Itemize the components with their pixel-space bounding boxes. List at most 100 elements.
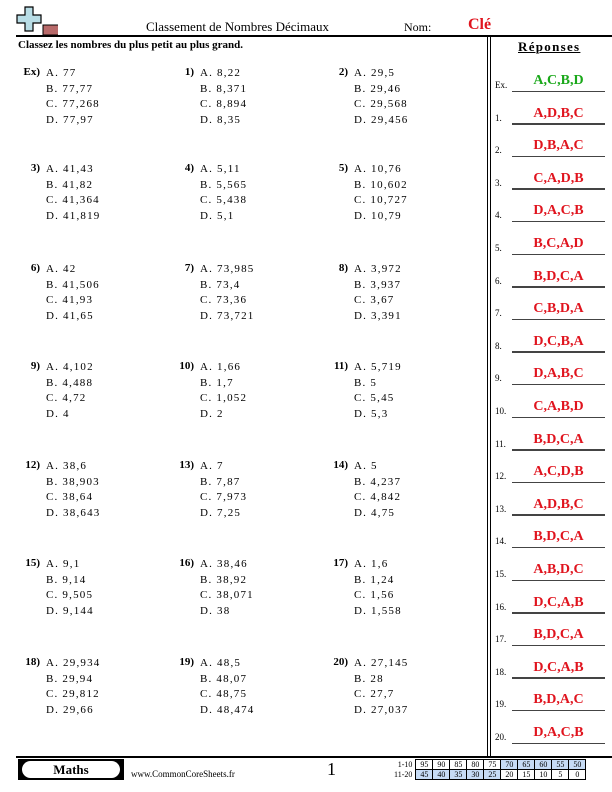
option: A. 5,11 <box>200 163 241 175</box>
answer-value: B,D,A,C <box>533 692 584 708</box>
option: D. 4 <box>46 407 70 420</box>
problem-options: A. 5,11 B. 5,565 C. 5,438 D. 5,1 <box>200 162 247 224</box>
option: B. 8,371 <box>200 82 248 95</box>
option: B. 4,488 <box>46 376 94 389</box>
score-cell: 80 <box>466 759 485 770</box>
answer-value: A,B,D,C <box>533 562 584 577</box>
answer-line <box>512 220 605 223</box>
answer-number: 17. <box>495 634 507 645</box>
instructions: Classez les nombres du plus petit au plu… <box>18 39 244 51</box>
option: B. 73,4 <box>200 278 241 291</box>
score-cell: 75 <box>483 759 502 770</box>
option: D. 77,97 <box>46 113 94 126</box>
option: A. 41,43 <box>46 163 94 175</box>
option: A. 3,972 <box>354 263 402 275</box>
score-cell: 40 <box>432 769 451 780</box>
score-row: 11-20 45 40 35 30 25 20 15 10 5 0 <box>392 769 587 780</box>
answer-line <box>512 644 605 647</box>
option: D. 5,1 <box>200 209 235 222</box>
option: C. 8,894 <box>200 98 248 110</box>
footer-divider <box>16 756 612 758</box>
option: C. 5,438 <box>200 194 248 206</box>
option: C. 4,842 <box>354 491 402 503</box>
option: D. 10,79 <box>354 209 402 222</box>
answer-row: 6. B,D,C,A <box>495 264 605 288</box>
answer-number: Ex. <box>495 80 508 90</box>
problem-number: 7) <box>184 262 194 274</box>
answer-number: 3. <box>495 177 502 188</box>
option: C. 10,727 <box>354 194 408 206</box>
answer-number: 8. <box>495 340 502 351</box>
problem-number: 19) <box>179 656 194 668</box>
answer-value: A,D,B,C <box>533 496 584 512</box>
answer-line <box>512 155 605 158</box>
option: C. 38,64 <box>46 491 94 503</box>
option: A. 5 <box>354 460 378 472</box>
problem-options: A. 42 B. 41,506 C. 41,93 D. 41,65 <box>46 262 100 324</box>
option: B. 9,14 <box>46 573 87 586</box>
option: C. 9,505 <box>46 589 94 601</box>
option: C. 1,052 <box>200 392 248 404</box>
problem-options: A. 27,145 B. 28 C. 27,7 D. 27,037 <box>354 656 409 718</box>
score-cell: 50 <box>568 759 587 770</box>
option: A. 9,1 <box>46 558 81 570</box>
answer-value: D,A,C,B <box>533 203 584 219</box>
option: A. 29,934 <box>46 657 101 669</box>
option: D. 7,25 <box>200 506 242 519</box>
option: A. 5,719 <box>354 361 402 373</box>
option: D. 9,144 <box>46 604 94 617</box>
option: C. 1,56 <box>354 589 395 601</box>
answer-row: 16. D,C,A,B <box>495 590 605 614</box>
problem-options: A. 77 B. 77,77 C. 77,268 D. 77,97 <box>46 66 100 128</box>
answer-row: 3. C,A,D,B <box>495 166 605 190</box>
option: D. 38,643 <box>46 506 101 519</box>
answer-row: 5. B,C,A,D <box>495 231 605 255</box>
option: A. 1,6 <box>354 558 389 570</box>
option: A. 73,985 <box>200 263 255 275</box>
score-cell: 65 <box>517 759 536 770</box>
score-cell: 85 <box>449 759 468 770</box>
answer-row: 2. D,B,A,C <box>495 133 605 158</box>
answer-row: 4. D,A,C,B <box>495 198 605 223</box>
score-row: 1-10 95 90 85 80 75 70 65 60 55 50 <box>392 759 587 770</box>
answer-number: 19. <box>495 699 507 710</box>
option: C. 29,812 <box>46 688 100 700</box>
option: D. 73,721 <box>200 309 255 322</box>
problem-options: A. 1,6 B. 1,24 C. 1,56 D. 1,558 <box>354 557 402 619</box>
answer-row: 7. C,B,D,A <box>495 296 605 321</box>
problem-number: 11) <box>333 360 348 372</box>
problem-number: 8) <box>338 262 348 274</box>
option: A. 7 <box>200 460 224 472</box>
problem-number: 15) <box>25 557 40 569</box>
answer-value: D,A,C,B <box>533 725 584 740</box>
answer-value: B,D,C,A <box>533 627 584 643</box>
score-row-label: 11-20 <box>394 770 413 779</box>
answers-divider-inner <box>490 37 491 757</box>
answer-number: 18. <box>495 666 507 677</box>
answer-row: 18. D,C,A,B <box>495 655 605 679</box>
option: D. 48,474 <box>200 703 255 716</box>
problem-options: A. 38,6 B. 38,903 C. 38,64 D. 38,643 <box>46 459 101 521</box>
answer-value: D,C,A,B <box>533 594 584 610</box>
option: A. 38,6 <box>46 460 88 472</box>
answer-number: 14. <box>495 536 507 547</box>
option: B. 38,903 <box>46 475 100 488</box>
answer-line <box>512 318 605 321</box>
answer-number: 15. <box>495 569 507 579</box>
answer-row: 13. A,D,B,C <box>495 492 605 516</box>
option: D. 41,65 <box>46 309 94 322</box>
problem-number: 14) <box>333 459 348 471</box>
answer-value: A,C,D,B <box>533 464 584 480</box>
score-cell: 0 <box>568 769 587 780</box>
option: A. 48,5 <box>200 657 242 669</box>
answer-row: 1. A,D,B,C <box>495 101 605 125</box>
option: B. 3,937 <box>354 278 402 291</box>
site-link[interactable]: www.CommonCoreSheets.fr <box>131 769 235 779</box>
score-cell: 60 <box>534 759 553 770</box>
option: B. 1,24 <box>354 573 395 586</box>
problem-options: A. 10,76 B. 10,602 C. 10,727 D. 10,79 <box>354 162 408 224</box>
answer-line <box>512 709 605 712</box>
answer-row: 20. D,A,C,B <box>495 720 605 744</box>
score-cell: 5 <box>551 769 570 780</box>
score-cell: 95 <box>415 759 434 770</box>
